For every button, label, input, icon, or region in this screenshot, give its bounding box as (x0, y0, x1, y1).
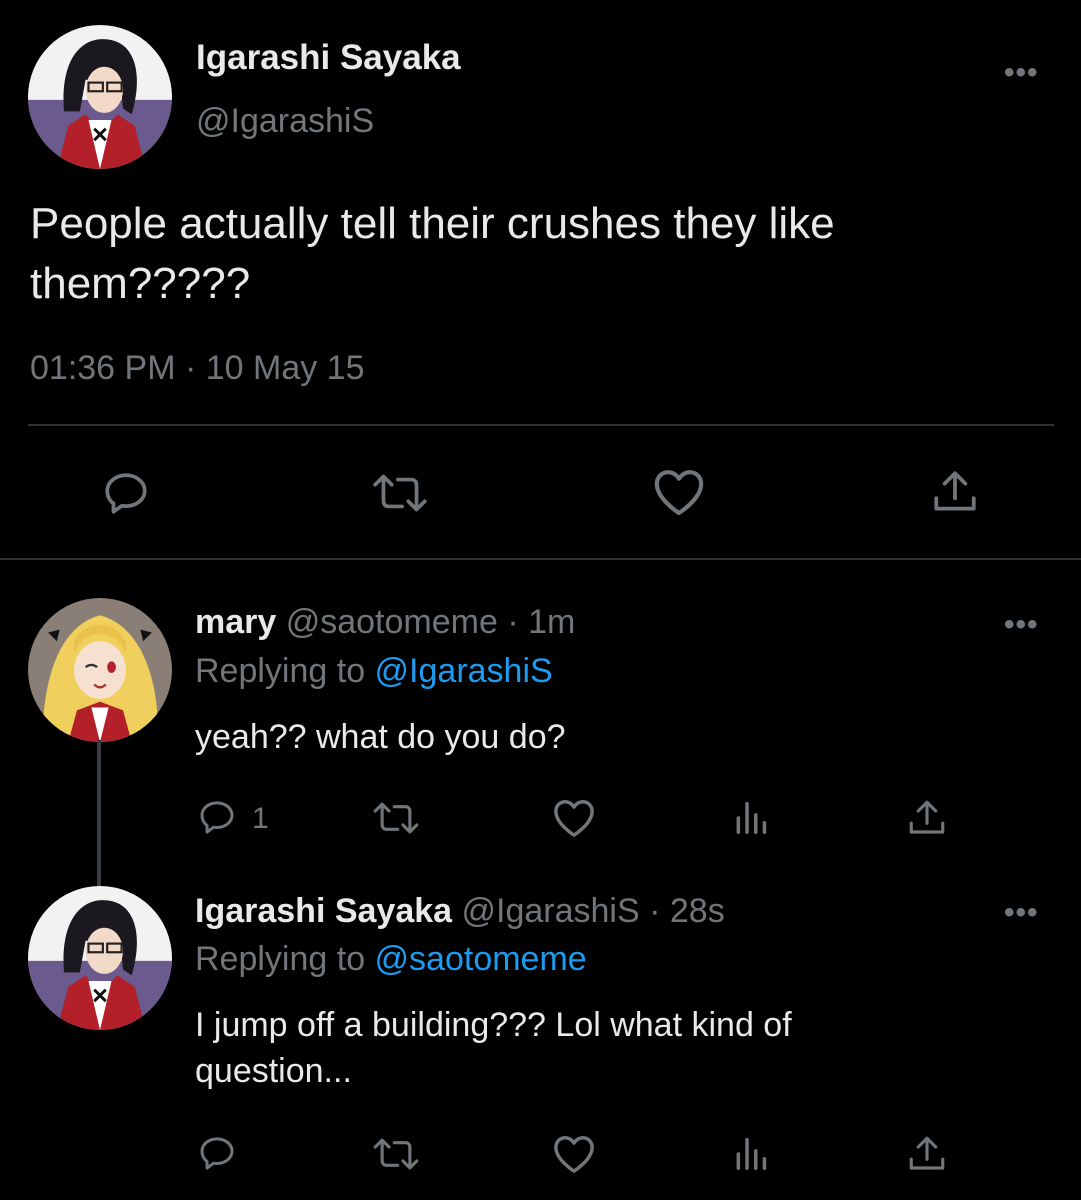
author-name[interactable]: Igarashi Sayaka (196, 38, 461, 78)
author-handle[interactable]: @IgarashiS (196, 102, 374, 141)
replying-to-label: Replying to (195, 940, 375, 978)
tweet-text: yeah?? what do you do? (195, 718, 566, 756)
tweet-text: People actually tell their crushes they … (30, 199, 835, 308)
reply-header[interactable]: Igarashi Sayaka @IgarashiS · 28s (195, 892, 725, 931)
author-handle-time[interactable]: @IgarashiS · 28s (452, 892, 725, 930)
reply-icon[interactable] (197, 797, 237, 837)
avatar[interactable] (28, 25, 172, 169)
tweet-text: I jump off a building??? Lol what kind o… (195, 1006, 792, 1090)
tweet-timestamp[interactable]: 01:36 PM · 10 May 15 (30, 349, 365, 388)
more-icon[interactable]: ••• (1004, 58, 1039, 88)
retweet-icon[interactable] (369, 468, 431, 518)
more-icon[interactable]: ••• (1004, 610, 1039, 640)
replying-to-handle[interactable]: @IgarashiS (375, 652, 553, 690)
author-name[interactable]: Igarashi Sayaka (195, 892, 452, 930)
like-icon[interactable] (551, 797, 597, 839)
replying-to: Replying to @IgarashiS (195, 652, 553, 691)
reply-header[interactable]: mary @saotomeme · 1m (195, 603, 575, 642)
replying-to-label: Replying to (195, 652, 375, 690)
reply-count: 1 (252, 802, 269, 835)
avatar[interactable] (28, 598, 172, 742)
reply-icon[interactable] (197, 1133, 237, 1173)
more-icon[interactable]: ••• (1004, 898, 1039, 928)
share-icon[interactable] (930, 466, 980, 518)
like-icon[interactable] (651, 466, 707, 518)
analytics-icon[interactable] (731, 1135, 771, 1173)
divider (28, 424, 1054, 426)
avatar[interactable] (28, 886, 172, 1030)
like-icon[interactable] (551, 1133, 597, 1175)
replying-to-handle[interactable]: @saotomeme (375, 940, 587, 978)
analytics-icon[interactable] (731, 799, 771, 837)
retweet-icon[interactable] (370, 797, 422, 839)
author-name[interactable]: mary (195, 603, 276, 641)
replying-to: Replying to @saotomeme (195, 940, 587, 979)
divider (0, 558, 1081, 560)
thread-line (97, 740, 101, 886)
share-icon[interactable] (906, 1133, 948, 1175)
share-icon[interactable] (906, 797, 948, 839)
author-handle-time[interactable]: @saotomeme · 1m (276, 603, 576, 641)
reply-icon[interactable] (101, 468, 151, 518)
retweet-icon[interactable] (370, 1133, 422, 1175)
